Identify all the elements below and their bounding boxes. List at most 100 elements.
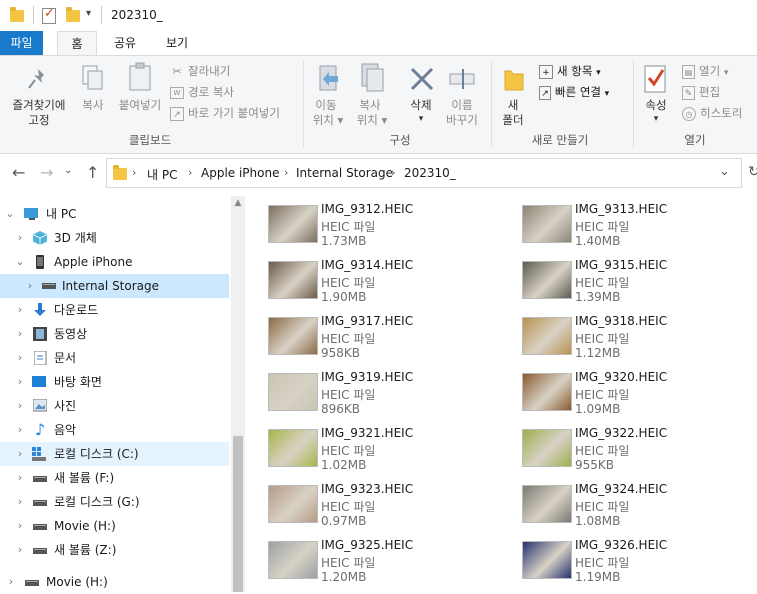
tab-share[interactable]: 공유 bbox=[110, 31, 140, 55]
nav-item-music[interactable]: › ♪ 음악 bbox=[0, 418, 229, 442]
file-item[interactable]: IMG_9320.HEIC HEIC 파일 1.09MB bbox=[500, 364, 740, 416]
file-item[interactable]: IMG_9319.HEIC HEIC 파일 896KB bbox=[246, 364, 486, 416]
collapsed-chevron-icon[interactable]: › bbox=[14, 346, 26, 370]
tab-home[interactable]: 홈 bbox=[57, 31, 97, 56]
file-item[interactable]: IMG_9317.HEIC HEIC 파일 958KB bbox=[246, 308, 486, 360]
navigation-scrollbar[interactable]: ▲ bbox=[231, 196, 245, 592]
breadcrumb-this-pc[interactable]: 내 PC bbox=[147, 166, 177, 183]
group-divider bbox=[303, 60, 304, 148]
move-to-label-part: 위치 bbox=[312, 113, 334, 127]
address-input[interactable]: › 내 PC › Apple iPhone › Internal Storage… bbox=[106, 158, 742, 188]
edit-button[interactable]: ✎ 편집 bbox=[682, 83, 720, 101]
file-name: IMG_9312.HEIC bbox=[321, 202, 414, 216]
nav-item-internal-storage[interactable]: › Internal Storage bbox=[0, 274, 229, 298]
breadcrumb-separator-icon[interactable]: › bbox=[391, 166, 395, 179]
download-icon bbox=[34, 303, 46, 316]
file-item[interactable]: IMG_9324.HEIC HEIC 파일 1.08MB bbox=[500, 476, 740, 528]
file-item[interactable]: IMG_9323.HEIC HEIC 파일 0.97MB bbox=[246, 476, 486, 528]
history-button[interactable]: ◷ 히스토리 bbox=[682, 104, 742, 122]
file-item[interactable]: IMG_9318.HEIC HEIC 파일 1.12MB bbox=[500, 308, 740, 360]
scrollbar-thumb[interactable] bbox=[233, 436, 243, 592]
file-name: IMG_9317.HEIC bbox=[321, 314, 414, 328]
new-folder-label: 새 bbox=[507, 98, 519, 112]
file-item[interactable]: IMG_9315.HEIC HEIC 파일 1.39MB bbox=[500, 252, 740, 304]
file-size: 955KB bbox=[575, 458, 615, 472]
up-arrow-icon[interactable]: ↑ bbox=[86, 163, 99, 182]
collapsed-chevron-icon[interactable]: › bbox=[14, 466, 26, 490]
collapsed-chevron-icon[interactable]: › bbox=[14, 298, 26, 322]
file-type: HEIC 파일 bbox=[575, 220, 630, 234]
nav-label: 로컬 디스크 (C:) bbox=[54, 447, 139, 461]
collapsed-chevron-icon[interactable]: › bbox=[14, 226, 26, 250]
file-item[interactable]: IMG_9313.HEIC HEIC 파일 1.40MB bbox=[500, 196, 740, 248]
nav-item-volume-f[interactable]: › 새 볼륨 (F:) bbox=[0, 466, 229, 490]
breadcrumb-internal-storage[interactable]: Internal Storage bbox=[296, 166, 393, 180]
open-icon: ▤ bbox=[682, 64, 695, 79]
pin-quick-access-label: 즐겨찾기에 bbox=[12, 98, 66, 112]
rename-label: 이름 bbox=[451, 98, 473, 112]
breadcrumb-current-folder[interactable]: 202310_ bbox=[404, 166, 456, 180]
nav-item-pictures[interactable]: › 사진 bbox=[0, 394, 229, 418]
cube-icon bbox=[33, 231, 47, 245]
file-item[interactable]: IMG_9312.HEIC HEIC 파일 1.73MB bbox=[246, 196, 486, 248]
breadcrumb-separator-icon[interactable]: › bbox=[188, 166, 192, 179]
collapsed-chevron-icon[interactable]: › bbox=[24, 274, 36, 298]
collapsed-chevron-icon[interactable]: › bbox=[14, 370, 26, 394]
file-item[interactable]: IMG_9325.HEIC HEIC 파일 1.20MB bbox=[246, 532, 486, 584]
breadcrumb-separator-icon[interactable]: › bbox=[132, 166, 136, 179]
file-item[interactable]: IMG_9322.HEIC HEIC 파일 955KB bbox=[500, 420, 740, 472]
nav-item-local-disk-g[interactable]: › 로컬 디스크 (G:) bbox=[0, 490, 229, 514]
properties-dropdown-icon[interactable]: ▾ bbox=[638, 112, 674, 127]
collapsed-chevron-icon[interactable]: › bbox=[14, 394, 26, 418]
rename-label: 바꾸기 bbox=[446, 113, 478, 127]
forward-arrow-icon[interactable]: → bbox=[40, 163, 53, 182]
nav-item-3d-objects[interactable]: › 3D 개체 bbox=[0, 226, 229, 250]
expanded-chevron-icon[interactable]: ⌄ bbox=[14, 250, 26, 274]
nav-item-local-disk-c[interactable]: › 로컬 디스크 (C:) bbox=[0, 442, 229, 466]
collapsed-chevron-icon[interactable]: › bbox=[14, 514, 26, 538]
collapsed-chevron-icon[interactable]: › bbox=[5, 570, 17, 594]
nav-label: 로컬 디스크 (G:) bbox=[54, 495, 140, 509]
easy-access-button[interactable]: ↗ 빠른 연결 ▾ bbox=[539, 83, 609, 101]
refresh-icon[interactable]: ↻ bbox=[748, 164, 757, 180]
scroll-up-arrow-icon[interactable]: ▲ bbox=[231, 198, 245, 208]
new-group-label: 새로 만들기 bbox=[531, 133, 589, 147]
file-size: 1.73MB bbox=[321, 234, 367, 248]
breadcrumb-iphone[interactable]: Apple iPhone bbox=[201, 166, 279, 180]
nav-item-volume-z[interactable]: › 새 볼륨 (Z:) bbox=[0, 538, 229, 562]
nav-item-apple-iphone[interactable]: ⌄ Apple iPhone bbox=[0, 250, 229, 274]
back-arrow-icon[interactable]: ← bbox=[12, 163, 25, 182]
nav-item-downloads[interactable]: › 다운로드 bbox=[0, 298, 229, 322]
nav-item-documents[interactable]: › 문서 bbox=[0, 346, 229, 370]
file-item[interactable]: IMG_9326.HEIC HEIC 파일 1.19MB bbox=[500, 532, 740, 584]
file-item[interactable]: IMG_9321.HEIC HEIC 파일 1.02MB bbox=[246, 420, 486, 472]
breadcrumb-separator-icon[interactable]: › bbox=[284, 166, 288, 179]
collapsed-chevron-icon[interactable]: › bbox=[14, 490, 26, 514]
collapsed-chevron-icon[interactable]: › bbox=[14, 418, 26, 442]
nav-item-videos[interactable]: › 동영상 bbox=[0, 322, 229, 346]
file-item[interactable]: IMG_9314.HEIC HEIC 파일 1.90MB bbox=[246, 252, 486, 304]
copy-path-label: 경로 복사 bbox=[188, 85, 234, 99]
nav-item-this-pc[interactable]: ⌄ 내 PC bbox=[0, 202, 229, 226]
new-item-button[interactable]: + 새 항목 ▾ bbox=[539, 62, 601, 80]
nav-item-desktop[interactable]: › 바탕 화면 bbox=[0, 370, 229, 394]
open-button[interactable]: ▤ 열기 ▾ bbox=[682, 62, 728, 80]
copy-path-button[interactable]: W 경로 복사 bbox=[170, 83, 234, 101]
tab-view[interactable]: 보기 bbox=[162, 31, 192, 55]
collapsed-chevron-icon[interactable]: › bbox=[14, 538, 26, 562]
copy-label: 복사 bbox=[82, 98, 104, 112]
address-dropdown-chevron-icon[interactable]: ⌄ bbox=[719, 164, 730, 179]
collapsed-chevron-icon[interactable]: › bbox=[14, 322, 26, 346]
quick-access-dropdown-icon[interactable]: ▾ bbox=[86, 8, 91, 19]
nav-item-movie-h[interactable]: › Movie (H:) bbox=[0, 514, 229, 538]
expanded-chevron-icon[interactable]: ⌄ bbox=[4, 202, 16, 226]
file-name: IMG_9319.HEIC bbox=[321, 370, 414, 384]
nav-item-movie-h-network[interactable]: › Movie (H:) bbox=[0, 570, 229, 594]
paste-shortcut-button[interactable]: ↗ 바로 가기 붙여넣기 bbox=[170, 104, 280, 122]
delete-dropdown-icon[interactable]: ▾ bbox=[402, 112, 440, 127]
image-thumbnail bbox=[522, 205, 572, 243]
collapsed-chevron-icon[interactable]: › bbox=[14, 442, 26, 466]
cut-button[interactable]: ✂ 잘라내기 bbox=[170, 62, 230, 80]
recent-locations-chevron-icon[interactable]: ⌄ bbox=[64, 165, 72, 176]
tab-file[interactable]: 파일 bbox=[0, 31, 43, 55]
